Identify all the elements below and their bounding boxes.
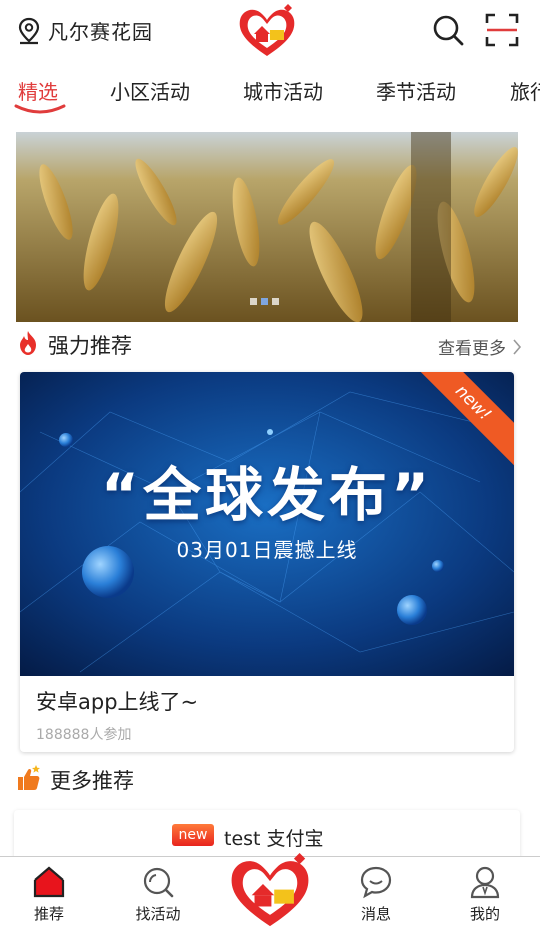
active-tab-indicator bbox=[14, 104, 66, 114]
bottom-navigation: 推荐 找活动 消息 我的 bbox=[0, 853, 540, 930]
more-recommend-section-header: 更多推荐 bbox=[16, 763, 522, 797]
pagination-dot[interactable] bbox=[250, 298, 257, 305]
pagination-dot[interactable] bbox=[272, 298, 279, 305]
nav-messages[interactable]: 消息 bbox=[331, 857, 421, 930]
card-title: 安卓app上线了~ bbox=[36, 690, 199, 714]
poster-subtitle: 03月01日震撼上线 bbox=[176, 538, 358, 562]
message-icon bbox=[360, 866, 392, 899]
location-icon bbox=[16, 17, 42, 45]
nav-label: 消息 bbox=[360, 905, 391, 923]
thumbs-up-icon bbox=[16, 764, 42, 796]
pagination-dot-active[interactable] bbox=[261, 298, 268, 305]
app-logo[interactable] bbox=[226, 853, 314, 929]
flame-icon bbox=[16, 330, 40, 360]
tab-community-events[interactable]: 小区活动 bbox=[110, 76, 190, 105]
location-selector[interactable]: 凡尔赛花园 bbox=[16, 16, 153, 45]
nav-label: 我的 bbox=[469, 905, 500, 923]
featured-event-card[interactable]: “全球发布” 03月01日震撼上线 new! 安卓app上线了~ 188888人… bbox=[20, 372, 514, 752]
category-tabs: 精选 小区活动 城市活动 季节活动 旅行 bbox=[0, 62, 540, 120]
tab-featured[interactable]: 精选 bbox=[18, 76, 58, 105]
search-icon[interactable] bbox=[430, 12, 466, 48]
nav-find-events[interactable]: 找活动 bbox=[113, 857, 203, 930]
view-more-label: 查看更多 bbox=[438, 339, 506, 359]
nav-profile[interactable]: 我的 bbox=[440, 857, 530, 930]
banner-carousel[interactable] bbox=[16, 132, 518, 322]
search-icon bbox=[143, 867, 174, 898]
nav-label: 找活动 bbox=[135, 905, 181, 923]
tab-travel[interactable]: 旅行 bbox=[510, 76, 540, 105]
app-logo bbox=[236, 4, 298, 58]
new-badge: new bbox=[172, 824, 214, 846]
nav-label: 推荐 bbox=[33, 905, 64, 923]
chevron-right-icon bbox=[513, 338, 522, 355]
section-title: 更多推荐 bbox=[50, 769, 134, 793]
scan-icon[interactable] bbox=[484, 12, 520, 48]
banner-pagination bbox=[250, 298, 279, 305]
tab-season-events[interactable]: 季节活动 bbox=[376, 76, 456, 105]
event-poster: “全球发布” 03月01日震撼上线 new! bbox=[20, 372, 514, 676]
top-header: 凡尔赛花园 bbox=[0, 0, 540, 62]
user-icon bbox=[470, 866, 500, 899]
participants-count: 188888人参加 bbox=[36, 727, 132, 743]
poster-title: “全球发布” bbox=[100, 461, 434, 529]
nav-recommend[interactable]: 推荐 bbox=[4, 857, 94, 930]
view-more-link[interactable]: 查看更多 bbox=[438, 334, 522, 359]
recommend-section-header: 强力推荐 查看更多 bbox=[16, 328, 522, 362]
tab-city-events[interactable]: 城市活动 bbox=[243, 76, 323, 105]
section-title: 强力推荐 bbox=[48, 334, 132, 358]
location-label: 凡尔赛花园 bbox=[48, 20, 153, 44]
wheat-field-image bbox=[16, 132, 518, 322]
item-title: test 支付宝 bbox=[224, 828, 324, 850]
home-icon bbox=[33, 866, 65, 898]
